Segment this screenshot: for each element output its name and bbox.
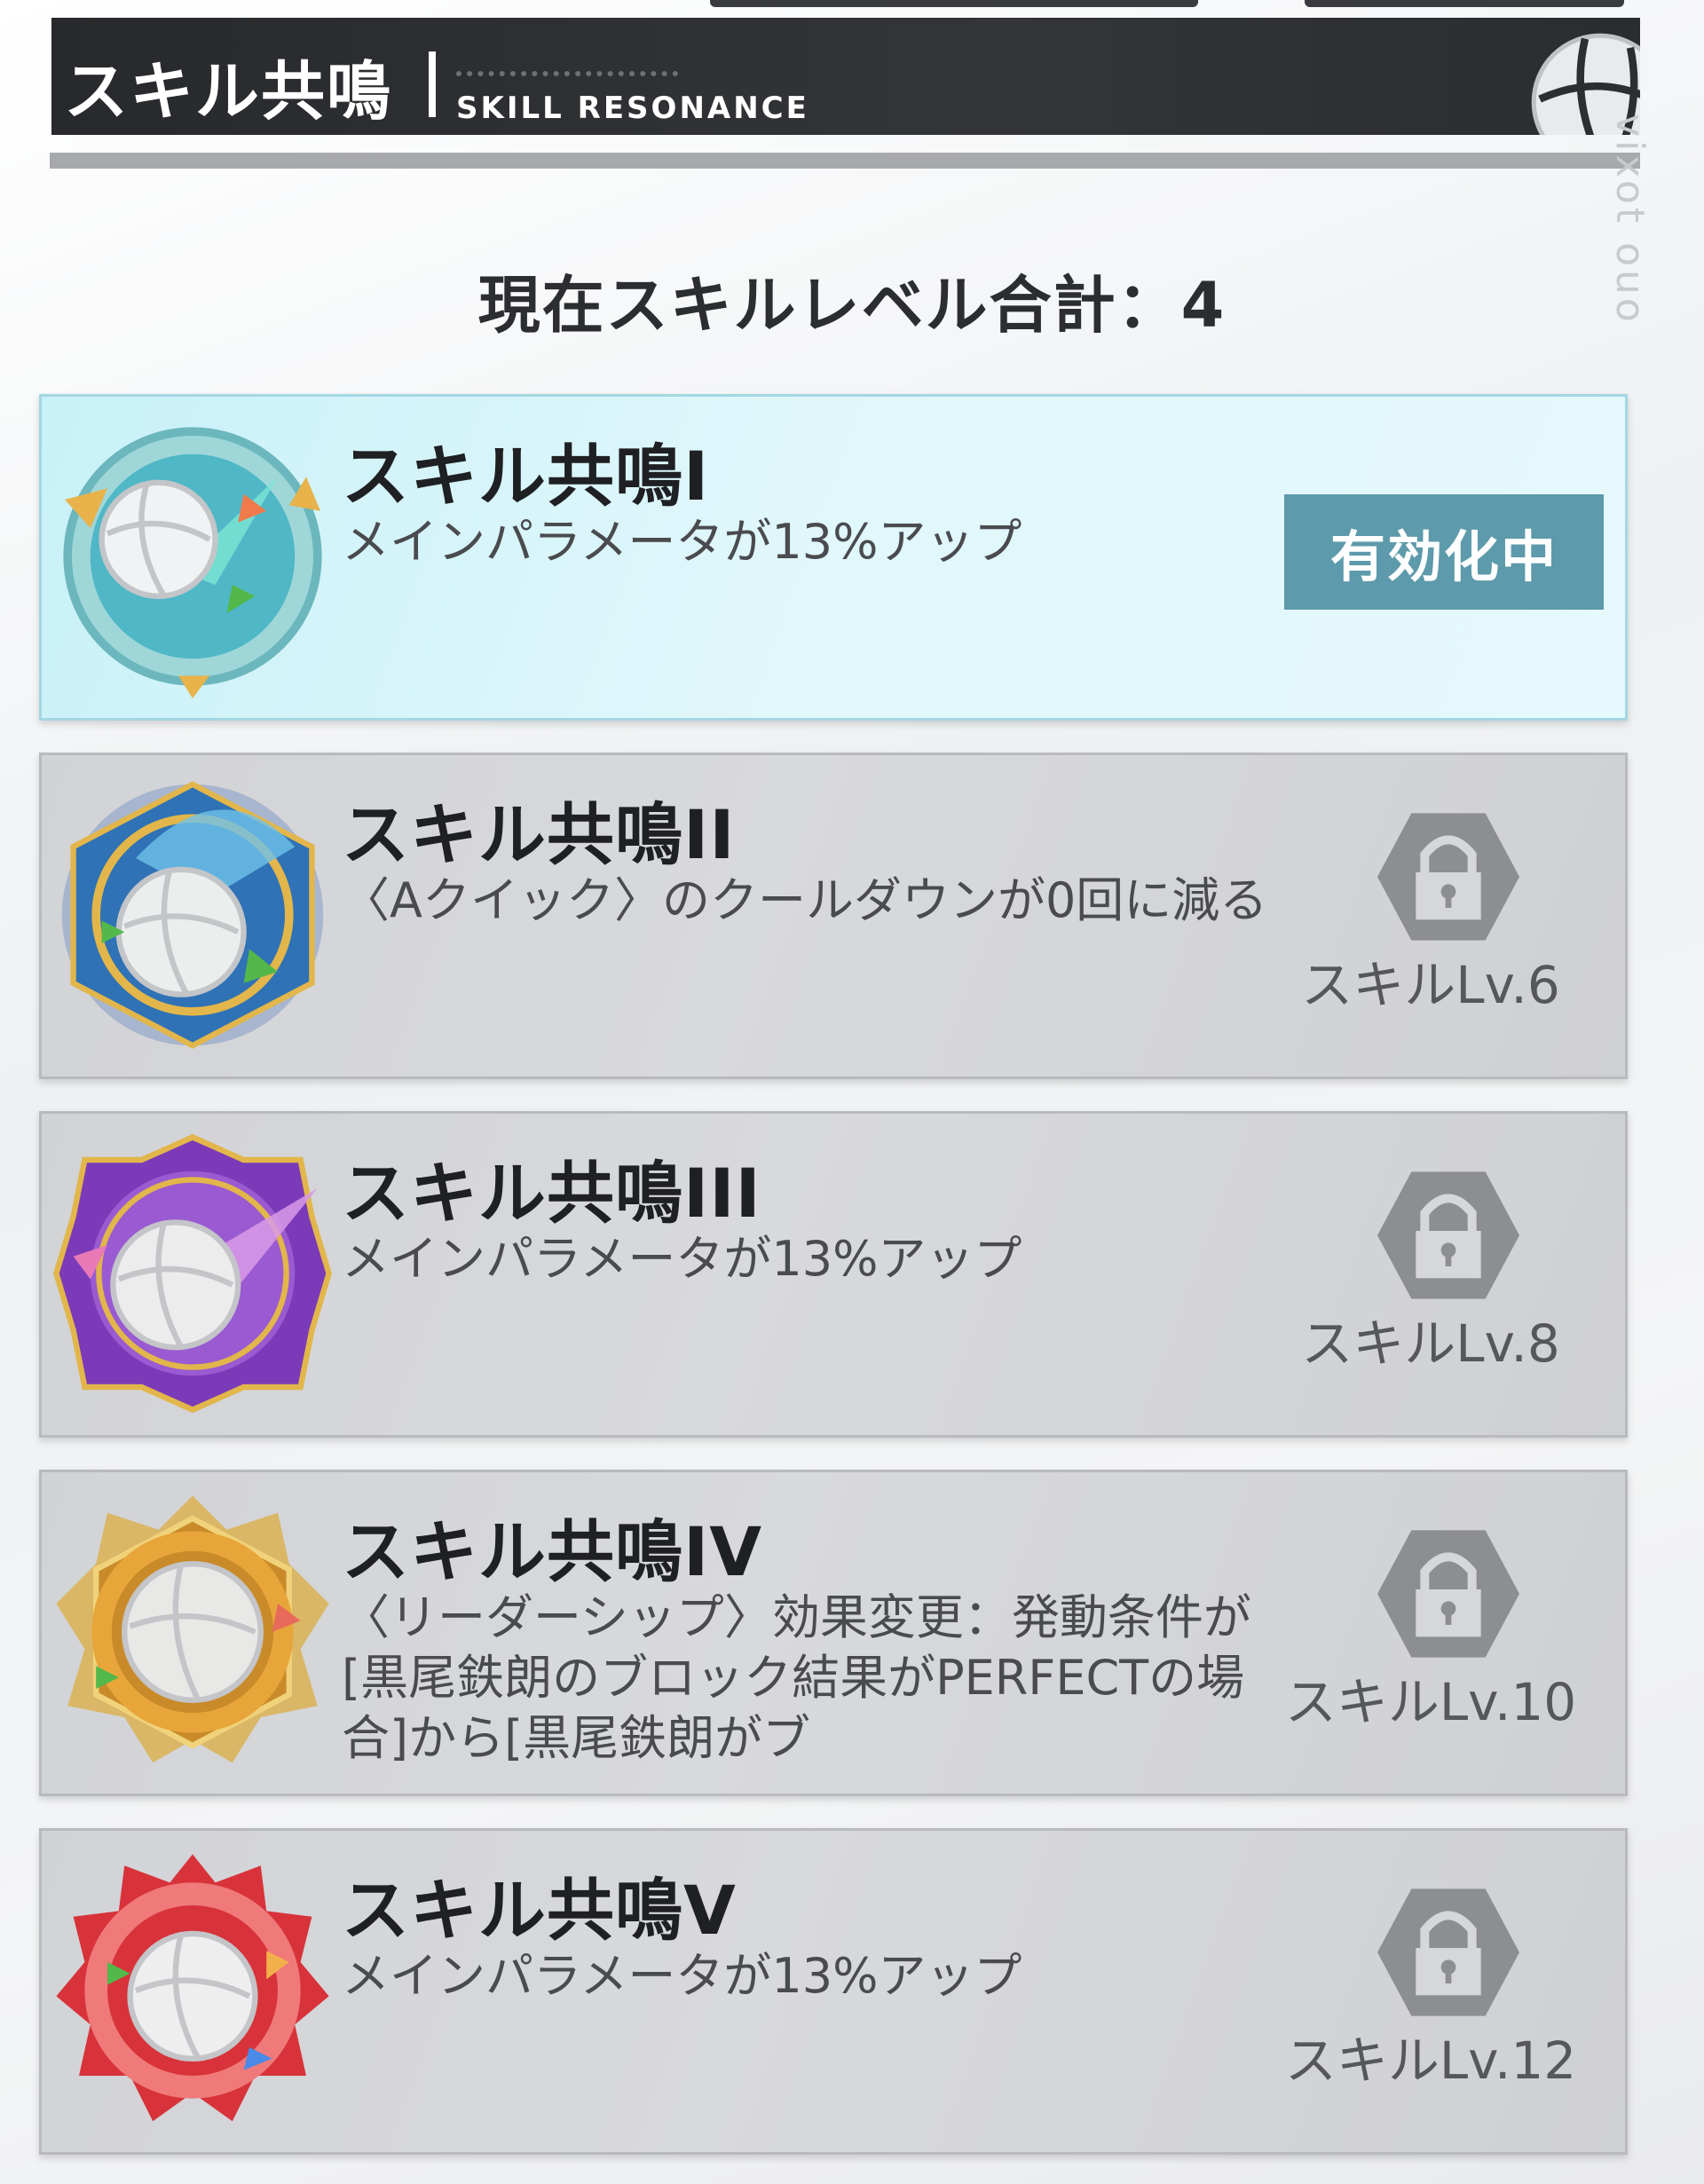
resonance-title: スキル共鳴III <box>342 1154 761 1233</box>
header-subtitle: SKILL RESONANCE <box>456 91 809 126</box>
purple-volleyball-emblem-icon <box>53 1133 332 1414</box>
top-tab-stub-right <box>1305 0 1624 7</box>
gold-volleyball-emblem-icon <box>56 1495 329 1763</box>
resonance-description: メインパラメータが13%アップ <box>342 514 1022 570</box>
lock-icon <box>1377 1530 1519 1658</box>
resonance-title: スキル共鳴II <box>342 795 736 874</box>
header-dots <box>456 71 678 76</box>
teal-volleyball-emblem-icon <box>63 427 322 698</box>
unlock-requirement: スキルLv.8 <box>1301 1313 1560 1374</box>
skill-level-total: 現在スキルレベル合計：4 <box>477 269 1227 342</box>
resonance-card-2[interactable]: スキル共鳴II 〈Aクイック〉のクールダウンが0回に減る スキルLv.6 <box>39 753 1628 1079</box>
resonance-description: メインパラメータが13%アップ <box>342 1948 1022 2004</box>
unlock-requirement: スキルLv.6 <box>1301 955 1560 1015</box>
resonance-title: スキル共鳴IV <box>342 1512 763 1591</box>
unlock-requirement: スキルLv.12 <box>1284 2030 1577 2091</box>
lock-icon <box>1377 1888 1519 2016</box>
resonance-description: 〈リーダーシップ〉効果変更：発動条件が[黒尾鉄朗のブロック結果がPERFECTの… <box>342 1589 1251 1766</box>
resonance-card-1[interactable]: スキル共鳴I メインパラメータが13%アップ 有効化中 <box>39 394 1628 721</box>
section-header: スキル共鳴 SKILL RESONANCE <box>51 18 1640 135</box>
resonance-card-3[interactable]: スキル共鳴III メインパラメータが13%アップ スキルLv.8 <box>39 1111 1628 1438</box>
resonance-card-5[interactable]: スキル共鳴V メインパラメータが13%アップ スキルLv.12 <box>39 1828 1628 2155</box>
red-volleyball-emblem-icon <box>56 1854 329 2122</box>
lock-icon <box>1377 813 1519 941</box>
lock-icon <box>1377 1171 1519 1299</box>
blue-volleyball-emblem-icon <box>61 781 324 1049</box>
resonance-card-4[interactable]: スキル共鳴IV 〈リーダーシップ〉効果変更：発動条件が[黒尾鉄朗のブロック結果が… <box>39 1470 1628 1796</box>
resonance-description: 〈Aクイック〉のクールダウンが0回に減る <box>342 872 1268 928</box>
header-separator <box>429 51 436 117</box>
resonance-title: スキル共鳴I <box>342 437 710 516</box>
active-status-badge: 有効化中 <box>1284 494 1604 610</box>
header-underline <box>50 153 1640 169</box>
header-title: スキル共鳴 <box>64 54 393 129</box>
top-tab-stub-left <box>710 0 1198 7</box>
resonance-title: スキル共鳴V <box>342 1871 737 1950</box>
unlock-requirement: スキルLv.10 <box>1284 1672 1577 1732</box>
resonance-description: メインパラメータが13%アップ <box>342 1231 1022 1287</box>
